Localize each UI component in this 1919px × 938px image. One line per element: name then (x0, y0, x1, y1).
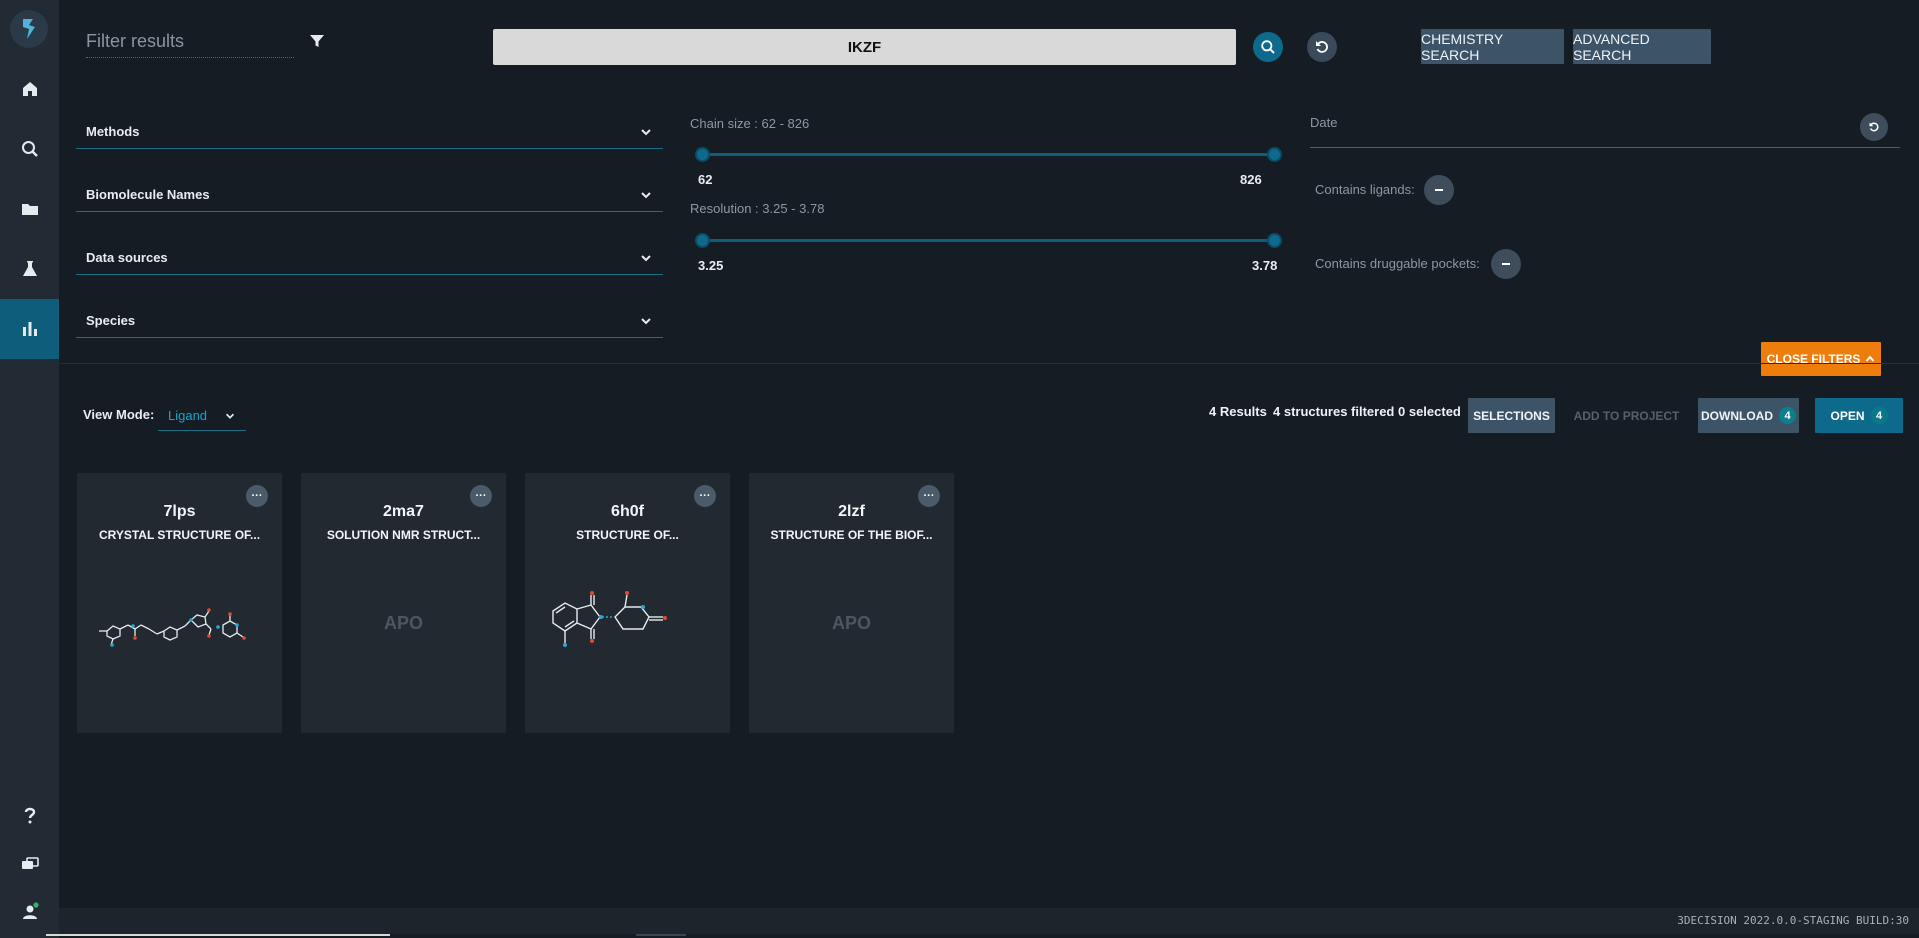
horizontal-scrollbar[interactable] (46, 934, 390, 936)
close-filters-button[interactable]: CLOSE FILTERS (1761, 342, 1881, 376)
card-title: CRYSTAL STRUCTURE OF... (98, 528, 261, 542)
contains-ligands-toggle[interactable] (1424, 175, 1454, 205)
reset-search-button[interactable] (1307, 32, 1337, 62)
logo-icon (23, 19, 35, 39)
results-count: 4 Results (1209, 404, 1267, 419)
download-label: DOWNLOAD (1701, 408, 1773, 423)
filter-icon[interactable] (309, 33, 325, 49)
nav-projects[interactable] (0, 179, 59, 239)
methods-label: Methods (86, 124, 140, 139)
species-dropdown[interactable]: Species (76, 304, 663, 338)
nav-user[interactable] (0, 882, 59, 938)
filter-results-input[interactable] (86, 28, 294, 54)
resolution-label: Resolution : 3.25 - 3.78 (690, 201, 825, 216)
resolution-max-value: 3.78 (1252, 258, 1278, 273)
chevron-down-icon (225, 413, 235, 419)
nav-search[interactable] (0, 119, 59, 179)
minus-icon (1502, 263, 1510, 265)
apo-placeholder: APO (383, 613, 423, 633)
data-sources-label: Data sources (86, 250, 168, 265)
download-count-badge: 4 (1779, 407, 1796, 424)
ligand-structure-image (99, 608, 246, 647)
chain-size-label: Chain size : 62 - 826 (690, 116, 810, 131)
structure-card[interactable]: ··· 6h0f STRUCTURE OF... (525, 473, 730, 733)
build-version: 3DECISION 2022.0.0-STAGING BUILD:30 (1677, 914, 1909, 927)
nav-analytics[interactable] (0, 299, 59, 359)
chevron-down-icon (641, 254, 651, 261)
resolution-track[interactable] (702, 239, 1275, 242)
card-title: SOLUTION NMR STRUCT... (326, 528, 481, 542)
chevron-down-icon (641, 191, 651, 198)
help-icon (24, 807, 35, 824)
chain-size-track[interactable] (702, 153, 1275, 156)
scrollbar-thumb[interactable] (636, 934, 686, 936)
nav-lab[interactable] (0, 239, 59, 299)
chat-icon (21, 857, 39, 869)
biomolecule-names-label: Biomolecule Names (86, 187, 210, 202)
folder-icon (21, 204, 38, 215)
chain-size-min-handle[interactable] (695, 147, 710, 162)
apo-placeholder: APO (831, 613, 871, 633)
chain-size-min-value: 62 (698, 172, 713, 187)
card-id: 2ma7 (383, 503, 424, 520)
search-query-box[interactable]: IKZF (493, 29, 1236, 65)
contains-ligands-label: Contains ligands: (1315, 182, 1415, 197)
resolution-max-handle[interactable] (1267, 233, 1282, 248)
view-mode-label: View Mode: (83, 407, 155, 422)
home-icon (22, 82, 37, 96)
date-filter[interactable]: Date (1310, 110, 1900, 148)
date-reset-button[interactable] (1860, 113, 1888, 141)
ligand-structure-image (552, 591, 667, 647)
open-label: OPEN (1830, 408, 1865, 423)
user-icon (22, 902, 39, 919)
card-title: STRUCTURE OF... (576, 528, 679, 542)
filters-divider (59, 363, 1919, 364)
view-mode-select[interactable]: Ligand (158, 401, 246, 431)
card-id: 2lzf (838, 503, 865, 520)
structure-card[interactable]: ··· 7lps CRYSTAL STRUCTURE OF... (77, 473, 282, 733)
search-button[interactable] (1253, 32, 1283, 62)
biomolecule-names-dropdown[interactable]: Biomolecule Names (76, 178, 663, 212)
search-icon (1261, 40, 1275, 54)
app-logo[interactable] (10, 10, 48, 48)
resolution-min-handle[interactable] (695, 233, 710, 248)
chevron-down-icon (641, 128, 651, 135)
view-mode-value: Ligand (168, 408, 208, 423)
download-button[interactable]: DOWNLOAD 4 (1698, 398, 1799, 433)
open-count-badge: 4 (1870, 407, 1888, 424)
structure-card[interactable]: ··· 2lzf STRUCTURE OF THE BIOF... APO (749, 473, 954, 733)
filter-results-field[interactable] (86, 28, 294, 58)
search-icon (21, 141, 38, 157)
contains-druggable-pockets-label: Contains druggable pockets: (1315, 256, 1480, 271)
structures-filtered-count: 4 structures filtered (1273, 404, 1395, 419)
add-to-project-button[interactable]: ADD TO PROJECT (1570, 398, 1683, 433)
advanced-search-button[interactable]: ADVANCED SEARCH (1573, 29, 1711, 64)
open-button[interactable]: OPEN 4 (1815, 398, 1903, 433)
resolution-min-value: 3.25 (698, 258, 724, 273)
data-sources-dropdown[interactable]: Data sources (76, 241, 663, 275)
nav-home[interactable] (0, 59, 59, 119)
date-label: Date (1310, 115, 1338, 130)
undo-icon (1316, 41, 1328, 53)
methods-dropdown[interactable]: Methods (76, 115, 663, 149)
card-id: 7lps (163, 503, 196, 520)
flask-icon (22, 261, 37, 276)
footer: 3DECISION 2022.0.0-STAGING BUILD:30 (59, 908, 1919, 934)
undo-icon (1869, 122, 1879, 132)
contains-druggable-pockets-toggle[interactable] (1491, 249, 1521, 279)
chart-icon (22, 322, 37, 336)
species-label: Species (86, 313, 136, 328)
structure-card[interactable]: ··· 2ma7 SOLUTION NMR STRUCT... APO (301, 473, 506, 733)
chemistry-search-button[interactable]: CHEMISTRY SEARCH (1421, 29, 1564, 64)
minus-icon (1435, 189, 1443, 191)
card-title: STRUCTURE OF THE BIOF... (770, 528, 933, 542)
chevron-down-icon (641, 317, 651, 324)
selected-count: 0 selected (1398, 404, 1461, 419)
card-id: 6h0f (611, 503, 644, 520)
sidebar (0, 0, 59, 938)
chain-size-max-value: 826 (1240, 172, 1262, 187)
chain-size-max-handle[interactable] (1267, 147, 1282, 162)
selections-button[interactable]: SELECTIONS (1468, 398, 1555, 433)
